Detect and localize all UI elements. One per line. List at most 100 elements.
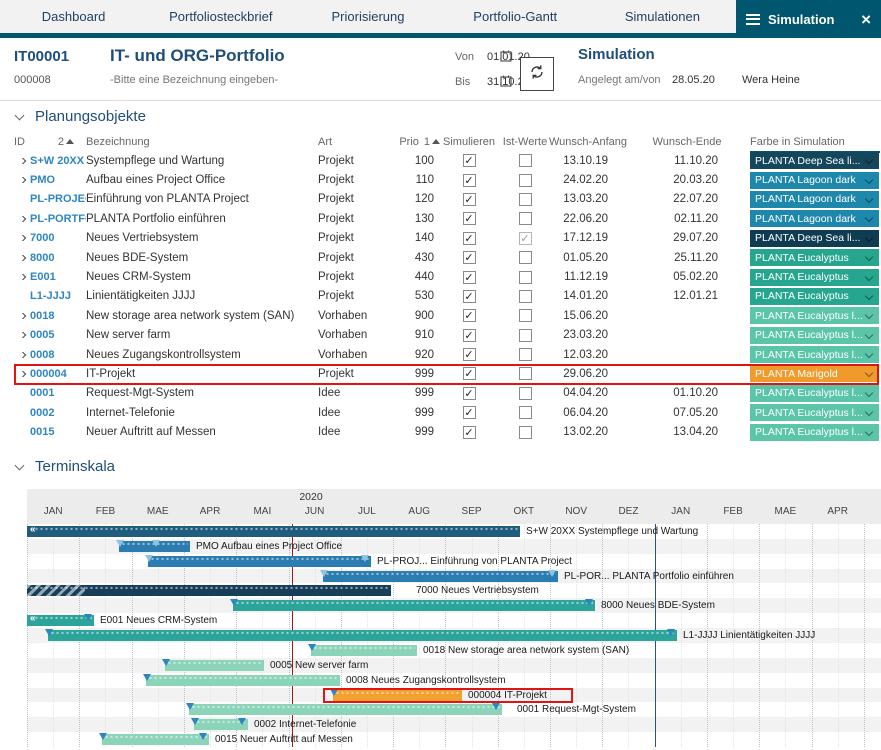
wunsch-anfang[interactable]: 13.10.19 bbox=[552, 155, 624, 167]
wunsch-anfang[interactable]: 01.05.20 bbox=[552, 252, 624, 264]
wunsch-ende[interactable]: 13.04.20 bbox=[624, 426, 750, 438]
simulieren-checkbox[interactable]: ✓ bbox=[463, 174, 476, 187]
farbe-dropdown[interactable]: PLANTA Lagoon dark bbox=[750, 210, 879, 227]
wunsch-ende[interactable]: 05.02.20 bbox=[624, 271, 750, 283]
table-row-0008[interactable]: 0008Neues ZugangskontrollsystemVorhaben9… bbox=[14, 345, 881, 364]
ist-werte-checkbox[interactable] bbox=[519, 174, 532, 187]
row-id[interactable]: PMO bbox=[30, 174, 86, 186]
farbe-dropdown[interactable]: PLANTA Deep Sea li... bbox=[750, 152, 879, 169]
ist-werte-checkbox[interactable] bbox=[519, 290, 532, 303]
farbe-dropdown[interactable]: PLANTA Eucalyptus l... bbox=[750, 346, 879, 363]
table-row-E001[interactable]: E001Neues CRM-SystemProjekt440✓11.12.190… bbox=[14, 267, 881, 286]
portfolio-title[interactable]: IT- und ORG-Portfolio bbox=[110, 46, 285, 66]
farbe-dropdown[interactable]: PLANTA Eucalyptus l... bbox=[750, 327, 879, 344]
ist-werte-checkbox[interactable] bbox=[519, 212, 532, 225]
ist-werte-checkbox[interactable] bbox=[519, 193, 532, 206]
ist-werte-checkbox[interactable] bbox=[519, 367, 532, 380]
table-row-0001[interactable]: 0001Request-Mgt-SystemIdee999✓04.04.2001… bbox=[14, 384, 881, 403]
wunsch-ende[interactable]: 29.07.20 bbox=[624, 232, 750, 244]
column-header-wunsch-anfang[interactable]: Wunsch-Anfang bbox=[552, 136, 624, 148]
simulieren-checkbox[interactable]: ✓ bbox=[463, 387, 476, 400]
row-id[interactable]: E001 bbox=[30, 271, 86, 283]
wunsch-anfang[interactable]: 22.06.20 bbox=[552, 213, 624, 225]
ist-werte-checkbox[interactable] bbox=[519, 387, 532, 400]
gantt-bar[interactable] bbox=[48, 630, 677, 641]
tab-portfoliosteckbrief[interactable]: Portfoliosteckbrief bbox=[147, 0, 294, 33]
farbe-dropdown[interactable]: PLANTA Eucalyptus bbox=[750, 249, 879, 266]
simulieren-checkbox[interactable]: ✓ bbox=[463, 193, 476, 206]
gantt-bar[interactable] bbox=[148, 556, 371, 567]
row-id[interactable]: 0001 bbox=[30, 387, 86, 399]
wunsch-ende[interactable]: 12.01.21 bbox=[624, 290, 750, 302]
ist-werte-checkbox[interactable] bbox=[519, 271, 532, 284]
gantt-bar[interactable] bbox=[146, 675, 340, 686]
column-header-art[interactable]: Art bbox=[318, 136, 398, 148]
ist-werte-checkbox[interactable] bbox=[519, 406, 532, 419]
farbe-dropdown[interactable]: PLANTA Eucalyptus l... bbox=[750, 385, 879, 402]
wunsch-anfang[interactable]: 29.06.20 bbox=[552, 368, 624, 380]
simulieren-checkbox[interactable]: ✓ bbox=[463, 329, 476, 342]
row-id[interactable]: L1-JJJJ bbox=[30, 290, 86, 302]
wunsch-anfang[interactable]: 14.01.20 bbox=[552, 290, 624, 302]
ist-werte-checkbox[interactable]: ✓ bbox=[519, 232, 532, 245]
simulieren-checkbox[interactable]: ✓ bbox=[463, 290, 476, 303]
row-id[interactable]: S+W 20XX bbox=[30, 155, 86, 167]
farbe-dropdown[interactable]: PLANTA Marigold bbox=[750, 365, 879, 382]
table-row-PL-PROJECT[interactable]: PL-PROJECTEinführung von PLANTA ProjectP… bbox=[14, 190, 881, 209]
simulieren-checkbox[interactable]: ✓ bbox=[463, 348, 476, 361]
row-id[interactable]: 0008 bbox=[30, 349, 86, 361]
farbe-dropdown[interactable]: PLANTA Eucalyptus l... bbox=[750, 404, 879, 421]
close-icon[interactable]: × bbox=[861, 11, 871, 28]
wunsch-ende[interactable]: 22.07.20 bbox=[624, 193, 750, 205]
row-id[interactable]: 7000 bbox=[30, 232, 86, 244]
calendar-icon[interactable] bbox=[500, 74, 512, 92]
column-header-bezeichnung[interactable]: Bezeichnung bbox=[86, 136, 318, 148]
wunsch-ende[interactable]: 11.10.20 bbox=[624, 155, 750, 167]
tab-dashboard[interactable]: Dashboard bbox=[0, 0, 147, 33]
simulieren-checkbox[interactable]: ✓ bbox=[463, 154, 476, 167]
table-row-S-W-20XX[interactable]: S+W 20XXSystempflege und WartungProjekt1… bbox=[14, 151, 881, 170]
simulieren-checkbox[interactable]: ✓ bbox=[463, 406, 476, 419]
gantt-bar[interactable]: « bbox=[27, 526, 520, 537]
refresh-button[interactable] bbox=[520, 57, 554, 91]
table-row-PL-PORTFO-[interactable]: PL-PORTFO...PLANTA Portfolio einführenPr… bbox=[14, 209, 881, 228]
simulieren-checkbox[interactable]: ✓ bbox=[463, 251, 476, 264]
wunsch-anfang[interactable]: 04.04.20 bbox=[552, 387, 624, 399]
wunsch-anfang[interactable]: 23.03.20 bbox=[552, 329, 624, 341]
row-id[interactable]: 0005 bbox=[30, 329, 86, 341]
farbe-dropdown[interactable]: PLANTA Eucalyptus bbox=[750, 288, 879, 305]
row-id[interactable]: 0002 bbox=[30, 407, 86, 419]
wunsch-ende[interactable]: 07.05.20 bbox=[624, 407, 750, 419]
simulieren-checkbox[interactable]: ✓ bbox=[463, 367, 476, 380]
tab-simulationen[interactable]: Simulationen bbox=[589, 0, 736, 33]
table-row-L1-JJJJ[interactable]: L1-JJJJLinientätigkeiten JJJJProjekt530✓… bbox=[14, 287, 881, 306]
ist-werte-checkbox[interactable] bbox=[519, 309, 532, 322]
ist-werte-checkbox[interactable] bbox=[519, 348, 532, 361]
wunsch-anfang[interactable]: 12.03.20 bbox=[552, 349, 624, 361]
ist-werte-checkbox[interactable] bbox=[519, 251, 532, 264]
wunsch-anfang[interactable]: 06.04.20 bbox=[552, 407, 624, 419]
gantt-bar[interactable] bbox=[311, 645, 417, 656]
wunsch-ende[interactable]: 20.03.20 bbox=[624, 174, 750, 186]
row-id[interactable]: 0018 bbox=[30, 310, 86, 322]
column-header-ist-werte[interactable]: Ist-Werte bbox=[498, 136, 552, 148]
column-header-id[interactable]: ID2 bbox=[14, 136, 86, 148]
farbe-dropdown[interactable]: PLANTA Eucalyptus l... bbox=[750, 424, 879, 441]
column-header-prio[interactable]: Prio1 bbox=[398, 136, 440, 148]
wunsch-anfang[interactable]: 17.12.19 bbox=[552, 232, 624, 244]
collapse-chevron-icon[interactable] bbox=[15, 460, 25, 470]
simulieren-checkbox[interactable]: ✓ bbox=[463, 271, 476, 284]
table-row-0002[interactable]: 0002Internet-TelefonieIdee999✓06.04.2007… bbox=[14, 403, 881, 422]
gantt-bar[interactable] bbox=[233, 600, 595, 611]
simulieren-checkbox[interactable]: ✓ bbox=[463, 309, 476, 322]
wunsch-anfang[interactable]: 11.12.19 bbox=[552, 271, 624, 283]
farbe-dropdown[interactable]: PLANTA Lagoon dark bbox=[750, 191, 879, 208]
wunsch-anfang[interactable]: 24.02.20 bbox=[552, 174, 624, 186]
row-id[interactable]: 8000 bbox=[30, 252, 86, 264]
wunsch-ende[interactable]: 01.10.20 bbox=[624, 387, 750, 399]
farbe-dropdown[interactable]: PLANTA Eucalyptus l... bbox=[750, 307, 879, 324]
tab-priorisierung[interactable]: Priorisierung bbox=[294, 0, 441, 33]
column-header-farbe-in-simulation[interactable]: Farbe in Simulation bbox=[750, 136, 881, 148]
simulieren-checkbox[interactable]: ✓ bbox=[463, 212, 476, 225]
table-row-0018[interactable]: 0018New storage area network system (SAN… bbox=[14, 306, 881, 325]
